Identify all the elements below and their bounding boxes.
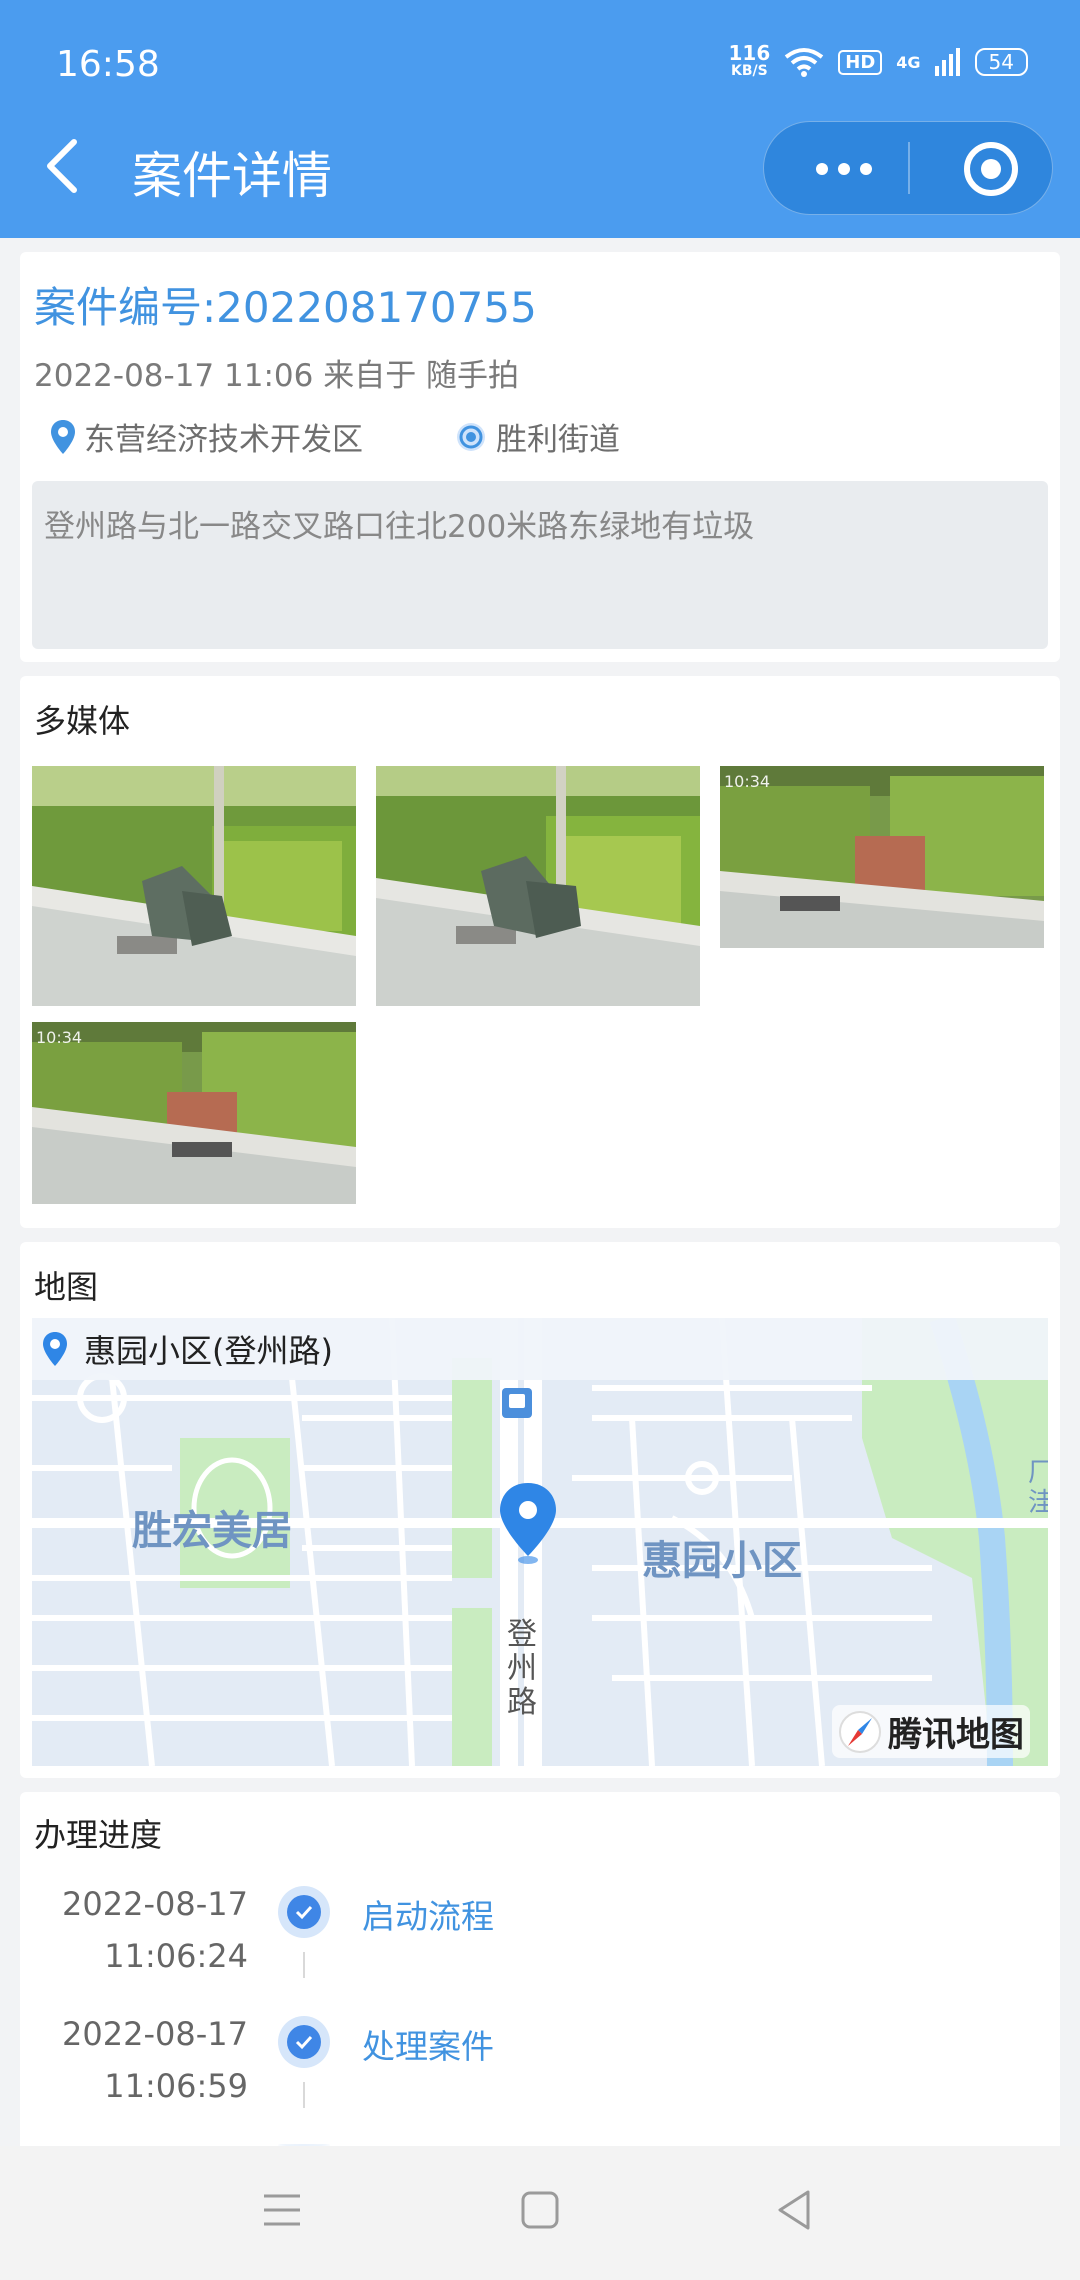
signal-label: 4G xyxy=(896,52,921,72)
timeline-date: 2022-08-17 11:06:59 xyxy=(62,2015,248,2105)
signal-icon xyxy=(934,48,960,76)
hd-badge: HD xyxy=(838,49,883,75)
app-header: 16:58 116 KB/S HD 4G 54 案件详情 xyxy=(0,0,1080,238)
map-label-edge: 厂 洼 xyxy=(1028,1458,1048,1518)
location-pin-icon xyxy=(43,1332,67,1366)
progress-card: 办理进度 2022-08-17 11:06:24 启动流程 2022-08-17… xyxy=(20,1792,1060,2146)
map-view[interactable]: 胜宏美居 惠园小区 登 州 路 厂 洼 惠园小区(登州路) 腾讯地图 xyxy=(32,1318,1048,1766)
map-card: 地图 胜宏美居 惠园小区 登 州 路 厂 洼 惠园小区(登州路) 腾讯地图 xyxy=(20,1242,1060,1778)
back-triangle-icon[interactable] xyxy=(774,2188,814,2232)
street-tag: 胜利街道 xyxy=(454,414,620,459)
location-target-icon xyxy=(457,422,485,451)
compass-icon xyxy=(839,1710,881,1753)
district-label: 东营经济技术开发区 xyxy=(84,422,363,458)
map-location-bar: 惠园小区(登州路) xyxy=(32,1318,1048,1380)
menu-icon[interactable] xyxy=(262,2190,302,2230)
wifi-icon xyxy=(785,48,824,77)
media-title: 多媒体 xyxy=(34,702,131,740)
system-nav-bar xyxy=(0,2146,1080,2280)
photo-4[interactable]: 10:34 xyxy=(32,1022,356,1204)
map-provider-label: 腾讯地图 xyxy=(888,1715,1024,1755)
map-label-huiyuan: 惠园小区 xyxy=(642,1538,802,1584)
tencent-map-logo: 腾讯地图 xyxy=(832,1705,1030,1758)
timeline-label: 处理案件 xyxy=(362,2027,494,2066)
photo-1[interactable] xyxy=(32,766,356,1006)
close-target-icon[interactable] xyxy=(964,142,1018,196)
photo-2[interactable] xyxy=(376,766,700,1006)
map-label-road: 登 州 路 xyxy=(507,1617,537,1720)
map-location-label: 惠园小区(登州路) xyxy=(84,1332,333,1370)
map-label-shenghong: 胜宏美居 xyxy=(132,1508,292,1554)
case-number: 案件编号:202208170755 xyxy=(34,283,537,332)
back-button[interactable] xyxy=(40,138,84,194)
location-pin-icon xyxy=(51,419,75,454)
page-title: 案件详情 xyxy=(132,147,332,205)
media-card: 多媒体 10:34 10:34 xyxy=(20,676,1060,1228)
timeline-label: 启动流程 xyxy=(362,1897,494,1936)
home-icon[interactable] xyxy=(520,2190,560,2230)
status-icons: 116 KB/S HD 4G 54 xyxy=(728,41,1028,80)
more-dots-icon[interactable] xyxy=(784,122,904,216)
status-time: 16:58 xyxy=(56,44,160,85)
street-label: 胜利街道 xyxy=(496,422,620,458)
check-circle-icon xyxy=(278,1886,330,1938)
check-circle-icon xyxy=(278,2016,330,2068)
district-tag: 东营经济技术开发区 xyxy=(50,414,363,459)
case-description: 登州路与北一路交叉路口往北200米路东绿地有垃圾 xyxy=(32,481,1048,649)
battery-indicator: 54 xyxy=(974,48,1028,76)
progress-title: 办理进度 xyxy=(34,1816,163,1854)
timeline-date: 2022-08-17 11:06:24 xyxy=(62,1885,248,1975)
case-info-card: 案件编号:202208170755 2022-08-17 11:06 来自于 随… xyxy=(20,252,1060,662)
net-speed: 116 KB/S xyxy=(728,41,771,79)
map-title: 地图 xyxy=(34,1268,99,1306)
case-meta: 2022-08-17 11:06 来自于 随手拍 xyxy=(34,358,520,394)
mini-program-capsule xyxy=(763,121,1053,215)
photo-3[interactable]: 10:34 xyxy=(720,766,1044,948)
